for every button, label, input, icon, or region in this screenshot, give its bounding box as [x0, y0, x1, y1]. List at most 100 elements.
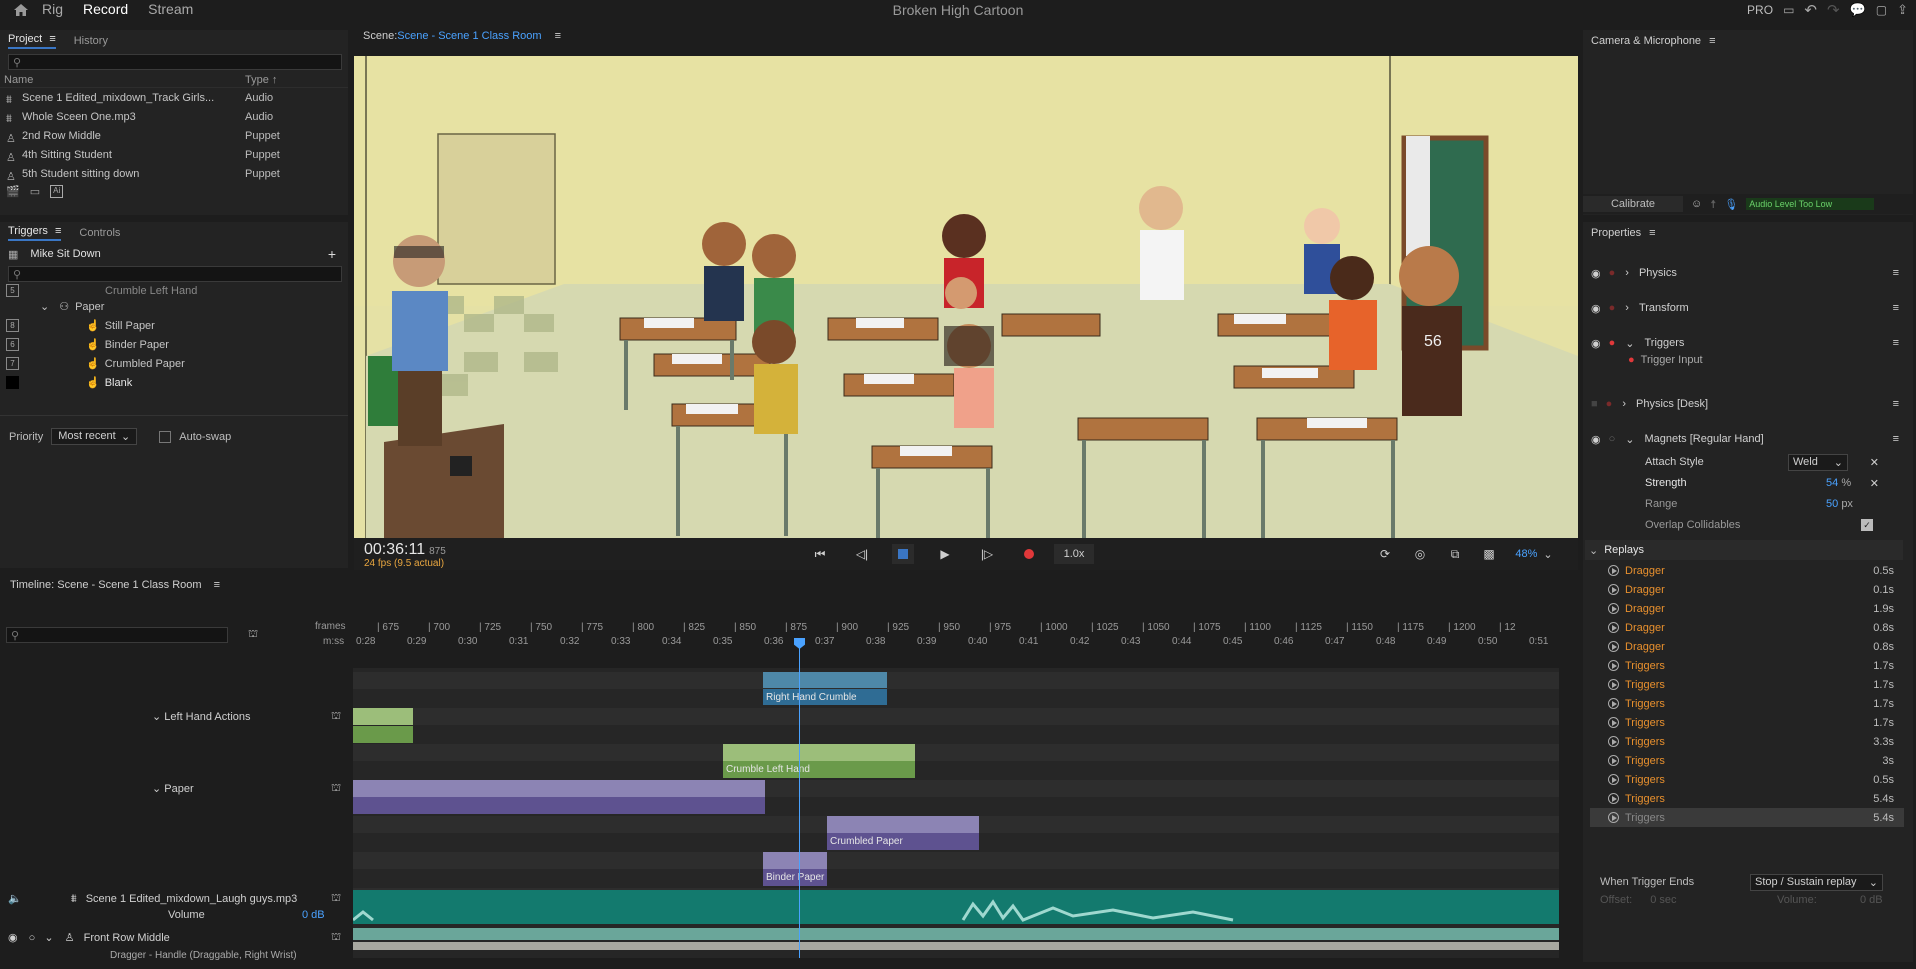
track-mode-icon[interactable]: ⛫ — [331, 782, 341, 796]
property-group-physics-desk[interactable]: ■ ● › Physics [Desk] ≡ — [1583, 388, 1913, 420]
chevron-right-icon[interactable]: › — [1622, 398, 1626, 410]
list-item[interactable]: ♙ 2nd Row Middle Puppet — [0, 126, 348, 145]
clip-paper-a[interactable] — [353, 780, 765, 797]
clip-binder-paper[interactable]: Binder Paper — [763, 869, 827, 886]
track-header-paper[interactable]: ⌄ Paper — [152, 782, 194, 795]
clip-left-hand-b[interactable] — [353, 726, 413, 743]
track-mode-icon[interactable]: ⛫ — [331, 710, 341, 724]
play-circle-icon[interactable] — [1608, 774, 1619, 785]
trigger-item[interactable]: 6 ☝ Binder Paper — [0, 335, 348, 354]
tab-history[interactable]: History — [74, 35, 108, 47]
property-group-physics[interactable]: ◉ ● › Physics ≡ — [1583, 257, 1913, 289]
chevron-right-icon[interactable]: › — [1625, 267, 1629, 279]
clip-crumble-top[interactable] — [723, 744, 915, 761]
chevron-down-icon[interactable]: ⌄ — [44, 932, 53, 944]
play-circle-icon[interactable] — [1608, 584, 1619, 595]
list-item[interactable]: ⩩ Scene 1 Edited_mixdown_Track Girls... Au… — [0, 88, 348, 107]
record-button[interactable] — [1018, 544, 1040, 564]
panel-menu-icon[interactable]: ≡ — [214, 579, 220, 591]
play-circle-icon[interactable] — [1608, 641, 1619, 652]
trigger-group[interactable]: ⌄ ⚇ Paper — [0, 297, 348, 316]
microphone-icon[interactable]: 🎙 — [1724, 198, 1738, 211]
loop-button[interactable]: ⟳ — [1374, 544, 1396, 564]
track-mode-icon[interactable]: ⛫ — [331, 892, 341, 906]
clip-binder-top[interactable] — [763, 852, 827, 869]
list-item[interactable]: ⩩ Whole Sceen One.mp3 Audio — [0, 107, 348, 126]
close-icon[interactable]: ✕ — [1870, 477, 1879, 490]
transparency-button[interactable]: ▩ — [1478, 544, 1500, 564]
play-circle-icon[interactable] — [1608, 660, 1619, 671]
replay-item[interactable]: Dragger 0.1s — [1590, 580, 1904, 599]
eye-off-icon[interactable]: ■ — [1591, 398, 1598, 410]
panel-menu-icon[interactable]: ≡ — [1649, 227, 1655, 239]
trigger-item[interactable]: ☝ Blank — [0, 373, 348, 392]
replay-item[interactable]: Triggers 3s — [1590, 751, 1904, 770]
replay-item[interactable]: Triggers 1.7s — [1590, 694, 1904, 713]
play-circle-icon[interactable] — [1608, 812, 1619, 823]
group-menu-icon[interactable]: ≡ — [1893, 302, 1899, 314]
feedback-icon[interactable]: 💬 — [1850, 2, 1866, 18]
undo-icon[interactable]: ↶ — [1804, 1, 1817, 19]
trigger-search-input[interactable]: ⚲ — [8, 266, 342, 282]
stop-button[interactable] — [892, 544, 914, 564]
play-button[interactable]: ▶ — [934, 544, 956, 564]
eye-icon[interactable]: ◉ — [1591, 433, 1601, 446]
play-circle-icon[interactable] — [1608, 698, 1619, 709]
group-menu-icon[interactable]: ≡ — [1893, 398, 1899, 410]
share-icon[interactable]: ⇪ — [1897, 2, 1908, 18]
chevron-down-icon[interactable]: ⌄ — [40, 300, 49, 313]
zoom-select[interactable]: 48% ⌄ — [1514, 544, 1554, 564]
folder-icon[interactable]: ▭ — [30, 185, 40, 198]
overlap-checkbox[interactable]: ✓ — [1861, 519, 1873, 531]
tab-project[interactable]: Project ≡ — [8, 33, 56, 49]
list-item[interactable]: ♙ 5th Student sitting down Puppet — [0, 164, 348, 183]
tab-stream[interactable]: Stream — [148, 0, 193, 19]
group-menu-icon[interactable]: ≡ — [1893, 433, 1899, 445]
clip-crumble-left-hand[interactable]: Crumble Left Hand — [723, 761, 915, 778]
col-name[interactable]: Name — [0, 74, 245, 86]
go-to-start-button[interactable]: ⏮ — [809, 544, 831, 564]
range-field[interactable]: 50 px — [1826, 498, 1853, 510]
project-search-input[interactable]: ⚲ — [8, 54, 342, 70]
scene-viewer[interactable]: 56 — [354, 56, 1578, 538]
track-header-front-row[interactable]: ◉ ○ ⌄ ♙ Front Row Middle ⛫ — [8, 931, 341, 945]
strength-field[interactable]: 54 % — [1826, 477, 1851, 489]
timeline-ruler[interactable]: | 675 | 700 | 725 | 750 | 775 | 800 | 825 | 850… — [353, 620, 1559, 650]
list-item[interactable]: ♙ 4th Sitting Student Puppet — [0, 145, 348, 164]
timeline-filter-icon[interactable]: ⛫ — [248, 628, 258, 642]
replay-item[interactable]: Triggers 1.7s — [1590, 656, 1904, 675]
replay-item[interactable]: Dragger 0.8s — [1590, 637, 1904, 656]
new-scene-icon[interactable]: 🎬 — [6, 185, 20, 198]
play-circle-icon[interactable] — [1608, 717, 1619, 728]
clip-right-hand-top[interactable] — [763, 672, 887, 688]
eye-icon[interactable]: ◉ — [1591, 302, 1601, 315]
play-circle-icon[interactable] — [1608, 622, 1619, 633]
panel-menu-icon[interactable]: ≡ — [555, 30, 561, 42]
chevron-right-icon[interactable]: › — [1625, 302, 1629, 314]
home-button[interactable] — [0, 0, 42, 19]
chevron-down-icon[interactable]: ⌄ — [1625, 433, 1634, 446]
trigger-item[interactable]: 5 Crumble Left Hand — [0, 284, 348, 297]
camera-view-button[interactable]: ◎ — [1409, 544, 1431, 564]
face-icon[interactable]: ☺ — [1691, 198, 1702, 210]
clip-crumbled-paper[interactable]: Crumbled Paper — [827, 833, 979, 850]
replay-item[interactable]: Triggers 5.4s — [1590, 808, 1904, 827]
body-icon[interactable]: ☨ — [1710, 198, 1716, 211]
clip-paper-b[interactable] — [353, 797, 765, 814]
track-mode-icon[interactable]: ⛫ — [331, 931, 341, 945]
tab-controls[interactable]: Controls — [79, 227, 120, 239]
replay-item[interactable]: Triggers 0.5s — [1590, 770, 1904, 789]
clip-crumbled-top[interactable] — [827, 816, 979, 833]
panel-menu-icon[interactable]: ≡ — [55, 225, 61, 237]
close-icon[interactable]: ✕ — [1870, 456, 1879, 469]
speed-select[interactable]: 1.0x — [1054, 544, 1094, 564]
volume-value[interactable]: 0 dB — [302, 909, 325, 921]
timeline-search-input[interactable]: ⚲ — [6, 627, 228, 643]
trigger-item[interactable]: 7 ☝ Crumbled Paper — [0, 354, 348, 373]
cast-button[interactable]: ⧉ — [1444, 544, 1466, 564]
when-ends-select[interactable]: Stop / Sustain replay ⌄ — [1750, 873, 1883, 891]
track-header-left-hand[interactable]: ⌄ Left Hand Actions — [152, 710, 251, 723]
volume-value[interactable]: 0 dB — [1860, 894, 1883, 906]
group-menu-icon[interactable]: ≡ — [1893, 337, 1899, 349]
play-circle-icon[interactable] — [1608, 603, 1619, 614]
